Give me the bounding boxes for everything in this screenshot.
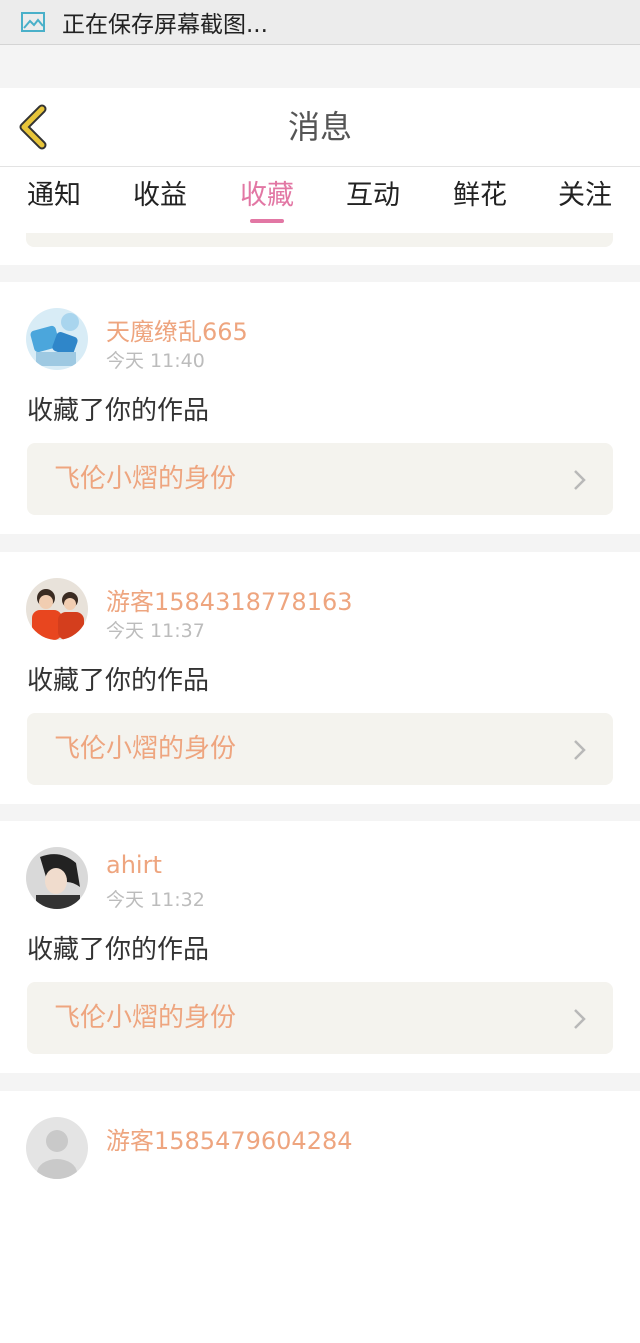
tab-label: 关注 [558, 180, 612, 211]
tab-follow[interactable]: 关注 [557, 167, 613, 229]
notification-card: 游客1584318778163 今天 11:37 收藏了你的作品 飞伦小熠的身份 [0, 552, 640, 804]
screenshot-icon [20, 9, 46, 35]
previous-card-remnant [0, 233, 640, 265]
avatar[interactable] [26, 847, 88, 909]
action-text: 收藏了你的作品 [27, 666, 210, 696]
tab-earnings[interactable]: 收益 [132, 167, 188, 229]
work-title: 飞伦小熠的身份 [54, 464, 237, 494]
username[interactable]: 天魔缭乱665 [106, 312, 248, 347]
status-text: 正在保存屏幕截图... [62, 12, 268, 38]
chevron-right-icon [573, 1008, 587, 1030]
notification-card: 游客1585479604284 [0, 1091, 640, 1343]
avatar[interactable] [26, 578, 88, 640]
tab-label: 收益 [133, 180, 187, 211]
notification-card: ahirt 今天 11:32 收藏了你的作品 飞伦小熠的身份 [0, 821, 640, 1073]
avatar[interactable] [26, 1117, 88, 1179]
work-link[interactable]: 飞伦小熠的身份 [27, 713, 613, 785]
tab-flowers[interactable]: 鲜花 [452, 167, 508, 229]
timestamp: 今天 11:37 [106, 620, 205, 642]
work-title: 飞伦小熠的身份 [54, 1003, 237, 1033]
avatar[interactable] [26, 308, 88, 370]
username[interactable]: 游客1584318778163 [106, 582, 353, 617]
tab-interaction[interactable]: 互动 [345, 167, 401, 229]
work-link[interactable]: 飞伦小熠的身份 [27, 982, 613, 1054]
timestamp: 今天 11:32 [106, 889, 205, 911]
status-bar: 正在保存屏幕截图... [0, 0, 640, 45]
tab-label: 互动 [346, 180, 400, 211]
tab-label: 通知 [27, 180, 81, 211]
username[interactable]: ahirt [106, 851, 162, 879]
tab-bar: 通知 收益 收藏 互动 鲜花 关注 [0, 167, 640, 233]
username[interactable]: 游客1585479604284 [106, 1121, 353, 1156]
chevron-right-icon [573, 469, 587, 491]
notification-card: 天魔缭乱665 今天 11:40 收藏了你的作品 飞伦小熠的身份 [0, 282, 640, 534]
tab-label: 收藏 [240, 180, 294, 211]
chevron-right-icon [573, 739, 587, 761]
tab-notify[interactable]: 通知 [26, 167, 82, 229]
header: 消息 [0, 88, 640, 167]
active-tab-indicator [250, 219, 284, 223]
tab-label: 鲜花 [453, 180, 507, 211]
action-text: 收藏了你的作品 [27, 396, 210, 426]
work-title: 飞伦小熠的身份 [54, 734, 237, 764]
timestamp: 今天 11:40 [106, 350, 205, 372]
action-text: 收藏了你的作品 [27, 935, 210, 965]
page-title: 消息 [287, 108, 352, 146]
work-link[interactable]: 飞伦小熠的身份 [27, 443, 613, 515]
tab-favorites[interactable]: 收藏 [239, 167, 295, 229]
previous-work-box[interactable] [26, 233, 613, 247]
